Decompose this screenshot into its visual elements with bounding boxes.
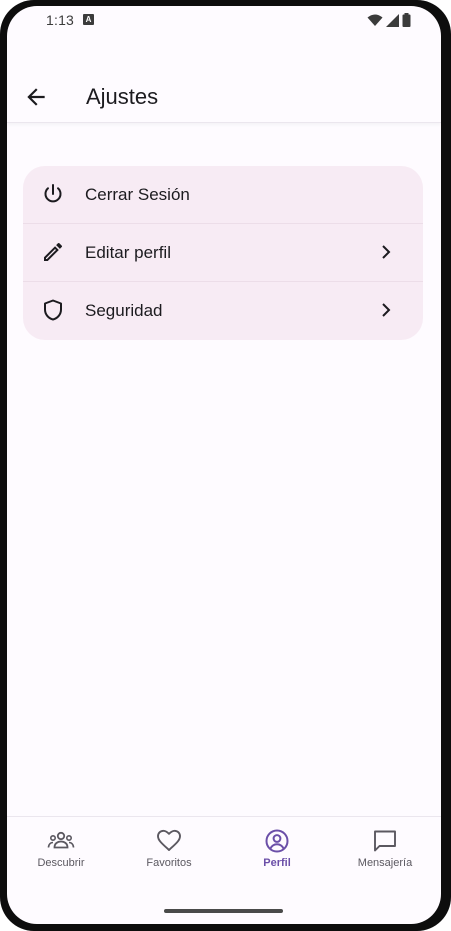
group-icon [47,831,75,849]
power-icon [44,184,62,203]
shield-icon [44,299,62,321]
nav-item-perfil[interactable]: Perfil [223,817,331,887]
settings-item-label: Cerrar Sesión [85,184,190,204]
back-button[interactable] [23,84,49,110]
bottom-navigation: Descubrir Favoritos Perfil Mensajería [7,816,441,887]
heart-icon [157,829,181,851]
nav-label: Perfil [263,857,291,869]
chevron-right-icon [382,303,391,317]
notification-icon: A [83,14,94,25]
page-title: Ajustes [86,84,159,109]
settings-item-label: Editar perfil [85,242,171,262]
nav-label: Favoritos [146,857,192,869]
wifi-icon [367,14,383,26]
app-bar: Ajustes [7,62,441,123]
settings-item-security[interactable]: Seguridad [23,281,423,339]
signal-icon [386,13,399,27]
nav-item-mensajeria[interactable]: Mensajería [331,817,439,887]
nav-label: Mensajería [357,857,413,869]
device-frame: 1:13 A Ajustes Cerrar Sesión Editar perf… [0,0,451,931]
status-bar: 1:13 A [7,6,441,36]
nav-item-favoritos[interactable]: Favoritos [115,817,223,887]
battery-icon [402,13,411,27]
settings-item-logout[interactable]: Cerrar Sesión [23,166,423,223]
account-circle-icon [265,829,289,853]
settings-item-edit-profile[interactable]: Editar perfil [23,223,423,281]
screen: 1:13 A Ajustes Cerrar Sesión Editar perf… [7,6,441,924]
arrow-back-icon [27,88,45,106]
chevron-right-icon [382,245,391,259]
nav-label: Descubrir [37,857,85,869]
status-icons [367,13,411,27]
home-indicator[interactable] [164,909,283,913]
nav-item-descubrir[interactable]: Descubrir [7,817,115,887]
settings-item-label: Seguridad [85,300,163,320]
chat-bubble-icon [374,830,396,852]
settings-card: Cerrar Sesión Editar perfil Seguridad [23,166,423,340]
status-time: 1:13 [46,12,75,28]
pencil-icon [44,242,63,261]
